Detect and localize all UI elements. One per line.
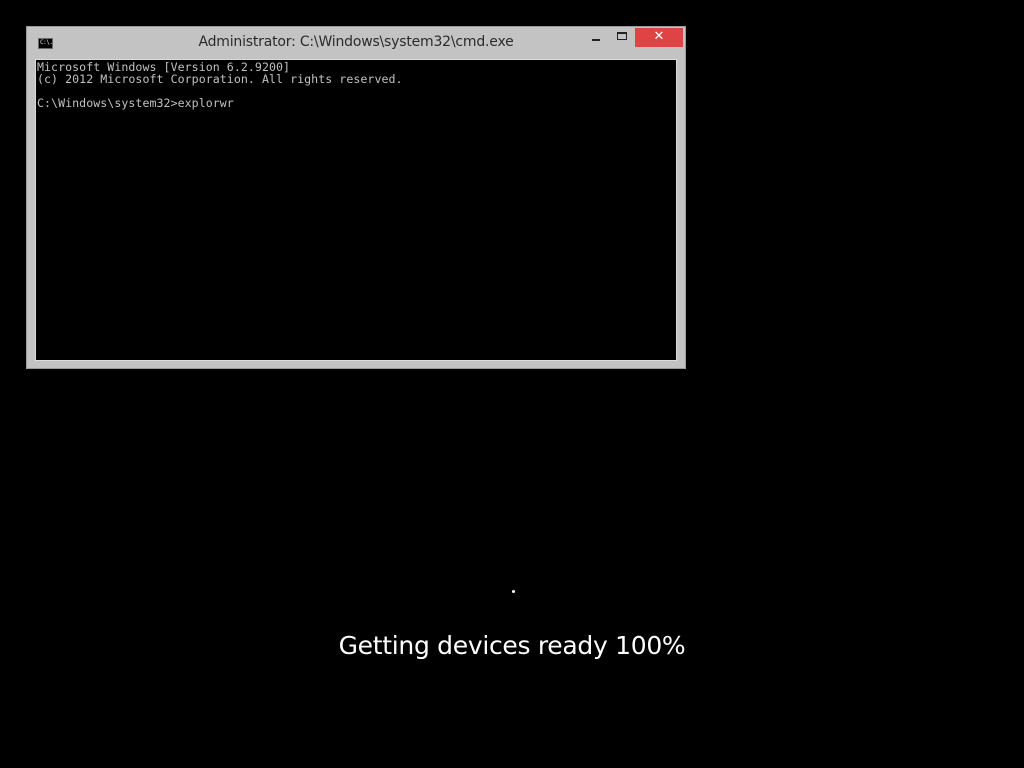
minimize-button[interactable] <box>583 27 609 47</box>
close-button[interactable]: ✕ <box>635 28 683 47</box>
close-icon: ✕ <box>653 29 665 44</box>
window-title-text: Administrator: C:\Windows\system32\cmd.e… <box>198 34 514 50</box>
window-titlebar[interactable]: C:\. Administrator: C:\Windows\system32\… <box>27 27 685 59</box>
loading-spinner-dot <box>512 590 515 593</box>
console-line: (c) 2012 Microsoft Corporation. All righ… <box>37 72 403 86</box>
maximize-button[interactable] <box>609 27 635 47</box>
console-output[interactable]: Microsoft Windows [Version 6.2.9200] (c)… <box>35 59 677 361</box>
status-message: Getting devices ready 100% <box>338 631 686 660</box>
cmd-window[interactable]: C:\. Administrator: C:\Windows\system32\… <box>26 26 686 369</box>
console-prompt-line[interactable]: C:\Windows\system32>explorwr <box>37 97 234 109</box>
desktop-screen: C:\. Administrator: C:\Windows\system32\… <box>0 0 1024 768</box>
